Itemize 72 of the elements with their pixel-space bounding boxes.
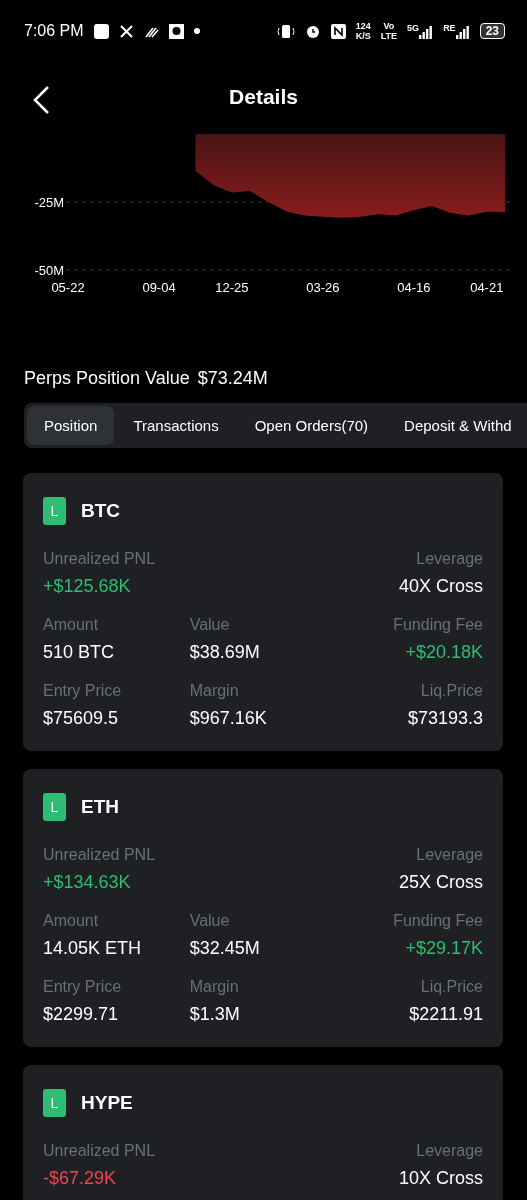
field-label: Funding Fee <box>393 912 483 930</box>
field-value: 40X Cross <box>398 576 483 597</box>
field-value: $967.16K <box>189 708 267 729</box>
tab[interactable]: Deposit & Withd <box>387 406 527 445</box>
field-label: Margin <box>189 682 239 700</box>
x-axis-label: 09-04 <box>142 280 176 295</box>
summary-label: Perps Position Value <box>24 368 190 389</box>
field-value: +$20.18K <box>405 642 483 663</box>
field-label: Value <box>189 616 230 634</box>
field-value: $38.69M <box>189 642 260 663</box>
side-badge: L <box>43 497 66 525</box>
y-axis-label: -25M <box>34 195 64 210</box>
symbol-name: HYPE <box>81 1092 133 1114</box>
field-label: Liq.Price <box>420 682 483 700</box>
field-label: Value <box>189 912 230 930</box>
x-axis-label: 03-26 <box>306 280 340 295</box>
status-time: 7:06 PM <box>24 22 84 40</box>
field-label: Amount <box>43 616 99 634</box>
field-value: $73193.3 <box>407 708 483 729</box>
field-label: Unrealized PNL <box>43 1142 156 1160</box>
symbol-name: ETH <box>81 796 119 818</box>
x-axis-label: 04-16 <box>397 280 431 295</box>
x-icon <box>118 23 134 39</box>
field-value: +$29.17K <box>405 938 483 959</box>
tab[interactable]: Position <box>27 406 115 445</box>
tab[interactable]: Transactions <box>116 406 236 445</box>
field-label: Margin <box>189 978 239 996</box>
page-title: Details <box>229 85 298 109</box>
field-value: -$67.29K <box>43 1168 117 1189</box>
field-label: Unrealized PNL <box>43 846 156 864</box>
speed-value: 124 <box>355 21 371 31</box>
symbol-name: BTC <box>81 500 121 522</box>
field-value: 14.05K ETH <box>43 938 142 959</box>
nfc-icon <box>330 23 346 39</box>
field-value: $2299.71 <box>43 1004 119 1025</box>
field-value: $75609.5 <box>43 708 119 729</box>
field-value: $1.3M <box>189 1004 240 1025</box>
side-badge: L <box>43 1089 66 1117</box>
tab[interactable]: Open Orders(70) <box>237 406 386 445</box>
field-value: $32.45M <box>189 938 260 959</box>
alarm-icon <box>304 23 321 39</box>
field-label: Entry Price <box>43 978 122 996</box>
field-label: Entry Price <box>43 682 122 700</box>
x-axis-label: 05-22 <box>51 280 85 295</box>
field-value: +$125.68K <box>43 576 131 597</box>
volte-label: LTE <box>380 31 398 41</box>
field-label: Leverage <box>416 1142 483 1160</box>
field-value: 25X Cross <box>398 872 483 893</box>
field-value: $2211.91 <box>409 1004 483 1025</box>
dot-icon <box>193 28 200 34</box>
network-label: 5G <box>407 23 420 33</box>
field-label: Liq.Price <box>420 978 483 996</box>
field-label: Funding Fee <box>393 616 483 634</box>
field-label: Amount <box>43 912 99 930</box>
signal-icon <box>419 23 434 39</box>
x-axis-label: 04-21 <box>470 280 504 295</box>
signal-icon <box>455 23 470 39</box>
field-value: +$134.63K <box>43 872 131 893</box>
x-axis-label: 12-25 <box>215 280 249 295</box>
summary-value: $73.24M <box>197 368 268 389</box>
field-label: Unrealized PNL <box>43 550 156 568</box>
field-label: Leverage <box>416 550 483 568</box>
field-value: 10X Cross <box>398 1168 483 1189</box>
y-axis-label: -50M <box>34 263 64 278</box>
speed-unit: K/S <box>355 31 371 41</box>
roaming-label: RE <box>443 23 456 33</box>
vibrate-icon <box>276 23 295 39</box>
battery-indicator: 23 <box>479 23 505 39</box>
side-badge: L <box>43 793 66 821</box>
volte-label: Vo <box>383 21 395 31</box>
field-label: Leverage <box>416 846 483 864</box>
field-value: 510 BTC <box>43 642 115 663</box>
